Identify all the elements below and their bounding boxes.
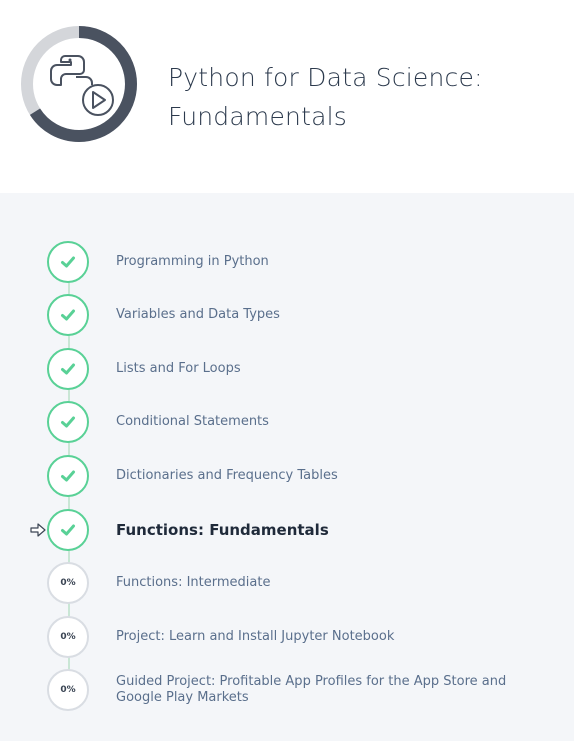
step-status-badge (47, 509, 89, 551)
step-status-badge (47, 294, 89, 336)
checkmark-icon (61, 363, 75, 375)
course-title: Python for Data Science: Fundamentals (168, 58, 558, 136)
checkmark-icon (61, 256, 75, 268)
step-progress-percent: 0% (60, 685, 76, 695)
step-status-badge: 0% (47, 562, 89, 604)
step-label[interactable]: Functions: Fundamentals (116, 509, 536, 551)
step-status-badge: 0% (47, 669, 89, 711)
step-progress-percent: 0% (60, 632, 76, 642)
step-status-badge (47, 348, 89, 390)
step-label[interactable]: Lists and For Loops (116, 348, 536, 390)
checkmark-icon (61, 416, 75, 428)
step-item-functions-intermediate[interactable]: 0% Functions: Intermediate (0, 562, 574, 608)
course-title-line1: Python for Data Science: (168, 63, 483, 92)
step-status-badge: 0% (47, 616, 89, 658)
course-progress-ring (21, 26, 137, 142)
step-item-lists-and-for-loops[interactable]: Lists and For Loops (0, 348, 574, 394)
step-item-functions-fundamentals[interactable]: Functions: Fundamentals (0, 509, 574, 555)
step-progress-percent: 0% (60, 578, 76, 588)
step-label[interactable]: Functions: Intermediate (116, 562, 536, 604)
step-item-guided-project-app-profiles[interactable]: 0% Guided Project: Profitable App Profil… (0, 669, 574, 715)
python-play-icon (50, 55, 114, 116)
step-label[interactable]: Programming in Python (116, 241, 536, 283)
step-status-badge (47, 241, 89, 283)
course-title-line2: Fundamentals (168, 102, 347, 131)
step-item-learn-and-install-jupyter[interactable]: 0% Project: Learn and Install Jupyter No… (0, 616, 574, 662)
step-item-dictionaries-and-frequency-tables[interactable]: Dictionaries and Frequency Tables (0, 455, 574, 501)
step-label[interactable]: Guided Project: Profitable App Profiles … (116, 669, 536, 711)
step-status-badge (47, 401, 89, 443)
step-label[interactable]: Dictionaries and Frequency Tables (116, 455, 536, 497)
course-step-list: Programming in Python Variables and Data… (0, 193, 574, 741)
step-label[interactable]: Conditional Statements (116, 401, 536, 443)
step-item-conditional-statements[interactable]: Conditional Statements (0, 401, 574, 447)
step-label[interactable]: Project: Learn and Install Jupyter Noteb… (116, 616, 536, 658)
current-step-pointer-icon (30, 523, 46, 537)
course-header: Python for Data Science: Fundamentals (0, 0, 574, 193)
checkmark-icon (61, 524, 75, 536)
checkmark-icon (61, 470, 75, 482)
checkmark-icon (61, 309, 75, 321)
step-label[interactable]: Variables and Data Types (116, 294, 536, 336)
step-item-programming-in-python[interactable]: Programming in Python (0, 241, 574, 287)
step-status-badge (47, 455, 89, 497)
step-item-variables-and-data-types[interactable]: Variables and Data Types (0, 294, 574, 340)
